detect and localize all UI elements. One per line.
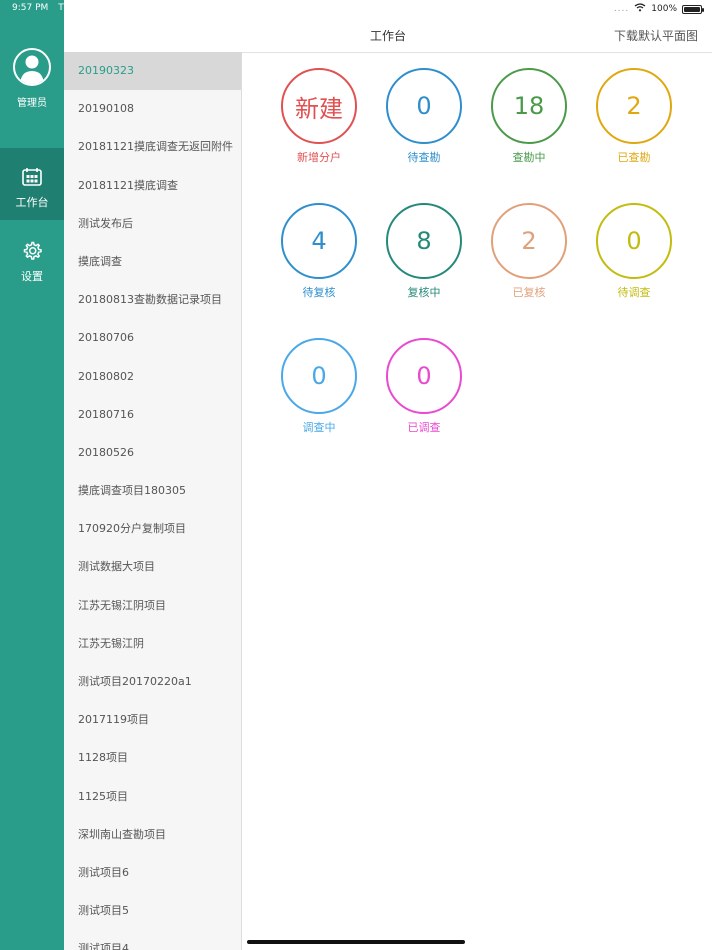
status-label: 已复核 xyxy=(512,286,546,299)
status-tile[interactable]: 2 已复核 xyxy=(484,203,574,300)
status-tile[interactable]: 0 调查中 xyxy=(274,338,364,435)
project-list-item[interactable]: 1125项目 xyxy=(64,778,241,816)
project-list-item[interactable]: 20190323 xyxy=(64,52,241,91)
project-list-item[interactable]: 20190108 xyxy=(64,90,241,128)
project-list-item[interactable]: 摸底调查 xyxy=(64,243,241,281)
status-tile[interactable]: 8 复核中 xyxy=(379,203,469,300)
status-label: 待调查 xyxy=(617,286,651,299)
project-list-item[interactable]: 测试发布后 xyxy=(64,205,241,243)
status-dashboard: 新建 新增分户 0 待查勘 18 查勘中 2 已查勘 4 待复核 8 复核中 2 已复核 0 待调查 0 调查中 0… xyxy=(242,52,712,950)
project-list[interactable]: 20190323 20190108 20181121摸底调查无返回附件 2018112… xyxy=(64,52,242,950)
project-list-item[interactable]: 测试项目5 xyxy=(64,892,241,930)
rail-item-settings[interactable]: 设置 xyxy=(0,222,64,294)
status-right: .... 100% xyxy=(613,3,704,15)
project-list-item[interactable]: 测试数据大项目 xyxy=(64,548,241,586)
status-label: 复核中 xyxy=(407,286,441,299)
project-list-item[interactable]: 摸底调查项目180305 xyxy=(64,472,241,510)
user-role-label: 管理员 xyxy=(17,98,47,109)
status-count: 0 xyxy=(281,338,357,414)
status-count: 4 xyxy=(281,203,357,279)
project-list-item[interactable]: 20180526 xyxy=(64,434,241,472)
project-list-item[interactable]: 20180706 xyxy=(64,319,241,357)
status-tile[interactable]: 0 待调查 xyxy=(589,203,679,300)
user-profile[interactable]: 管理员 xyxy=(0,48,64,109)
status-date: Thu Mar 28 xyxy=(58,3,110,13)
wifi-icon xyxy=(634,3,646,15)
project-list-item[interactable]: 测试项目4 xyxy=(64,930,241,950)
project-list-item[interactable]: 20181121摸底调查 xyxy=(64,167,241,205)
battery-percent: 100% xyxy=(651,4,677,14)
download-floorplan-button[interactable]: 下载默认平面图 xyxy=(614,27,698,44)
status-count: 2 xyxy=(596,68,672,144)
status-tile[interactable]: 新建 新增分户 xyxy=(274,68,364,165)
project-list-item[interactable]: 20180716 xyxy=(64,396,241,434)
project-list-item[interactable]: 江苏无锡江阴 xyxy=(64,625,241,663)
status-tile[interactable]: 0 待查勘 xyxy=(379,68,469,165)
project-list-item[interactable]: 170920分户复制项目 xyxy=(64,510,241,548)
rail-item-label: 工作台 xyxy=(15,196,49,209)
gear-icon xyxy=(0,240,64,262)
status-label: 调查中 xyxy=(302,421,336,434)
home-indicator xyxy=(247,940,465,944)
status-tile[interactable]: 0 已调查 xyxy=(379,338,469,435)
status-label: 已查勘 xyxy=(617,151,651,164)
project-list-item[interactable]: 测试项目6 xyxy=(64,854,241,892)
status-tile[interactable]: 18 查勘中 xyxy=(484,68,574,165)
status-label: 待复核 xyxy=(302,286,336,299)
rail-item-workbench[interactable]: 工作台 xyxy=(0,148,64,220)
status-label: 查勘中 xyxy=(512,151,546,164)
project-list-item[interactable]: 测试项目20170220a1 xyxy=(64,663,241,701)
status-left: 9:57 PM Thu Mar 28 xyxy=(12,3,119,13)
status-count: 0 xyxy=(386,338,462,414)
status-tile[interactable]: 2 已查勘 xyxy=(589,68,679,165)
calendar-grid-icon xyxy=(0,166,64,188)
status-label: 已调查 xyxy=(407,421,441,434)
status-count: 新建 xyxy=(281,68,357,144)
project-list-item[interactable]: 1128项目 xyxy=(64,739,241,777)
project-list-item[interactable]: 20180813查勘数据记录项目 xyxy=(64,281,241,319)
side-rail: 管理员 工作台 设置 xyxy=(0,0,64,950)
status-count: 8 xyxy=(386,203,462,279)
status-count: 18 xyxy=(491,68,567,144)
battery-fill xyxy=(684,6,700,12)
project-list-item[interactable]: 江苏无锡江阴项目 xyxy=(64,587,241,625)
status-tile[interactable]: 4 待复核 xyxy=(274,203,364,300)
status-bar: 9:57 PM Thu Mar 28 .... 100% xyxy=(0,0,712,18)
status-label: 待查勘 xyxy=(407,151,441,164)
project-list-item[interactable]: 20180802 xyxy=(64,358,241,396)
project-list-item[interactable]: 2017119项目 xyxy=(64,701,241,739)
rail-item-label: 设置 xyxy=(21,270,43,283)
navigation-bar: 工作台 下载默认平面图 xyxy=(64,18,712,53)
status-label: 新增分户 xyxy=(297,151,341,164)
status-count: 2 xyxy=(491,203,567,279)
project-list-item[interactable]: 20181121摸底调查无返回附件 xyxy=(64,128,241,166)
status-count: 0 xyxy=(386,68,462,144)
battery-icon xyxy=(682,4,704,14)
status-count: 0 xyxy=(596,203,672,279)
user-avatar-icon xyxy=(13,48,51,86)
signal-icon: .... xyxy=(613,4,630,14)
status-time: 9:57 PM xyxy=(12,3,49,13)
project-list-item[interactable]: 深圳南山查勘项目 xyxy=(64,816,241,854)
